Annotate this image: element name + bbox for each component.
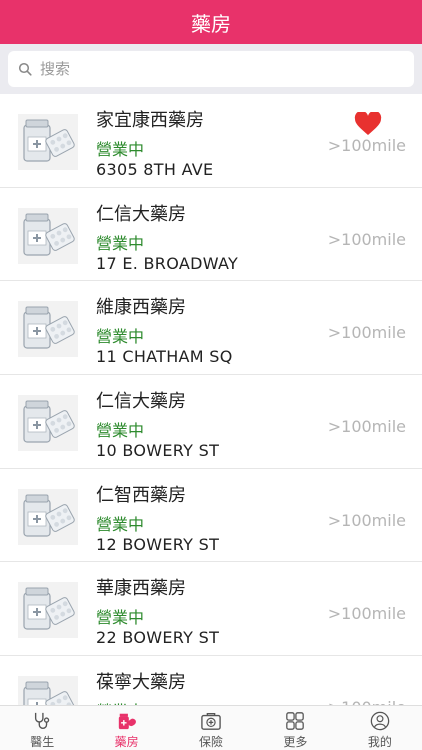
pharmacy-distance: >100mile [327, 136, 406, 155]
pharmacy-status: 營業中 [96, 608, 145, 628]
medicine-bottle-icon [23, 400, 75, 443]
tab-label: 保險 [199, 735, 224, 749]
pharmacy-thumbnail [18, 582, 78, 639]
pharmacy-thumbnail [18, 395, 78, 452]
pharmacy-name: 仁信大藥房 [96, 203, 186, 225]
pharmacy-list-item[interactable]: 家宜康西藥房 營業中 6305 8TH AVE >100mile [0, 94, 422, 188]
pharmacy-thumbnail [18, 488, 78, 545]
pharmacy-list-item[interactable]: 維康西藥房 營業中 11 CHATHAM SQ >100mile [0, 281, 422, 376]
tab-insurance[interactable]: 保險 [169, 706, 253, 750]
grid-icon [286, 712, 305, 730]
pharmacy-distance: >100mile [327, 417, 406, 437]
pharmacy-name: 仁智西藥房 [96, 484, 186, 506]
pharmacy-list-item[interactable]: 仁信大藥房 營業中 17 E. BROADWAY >100mile [0, 188, 422, 282]
pharmacy-name: 華康西藥房 [96, 578, 186, 600]
bottom-tab-bar: 醫生 藥房 保險 更多 我的 [0, 705, 422, 750]
pharmacy-distance: >100mile [327, 510, 406, 530]
pharmacy-address: 6305 8TH AVE [96, 160, 214, 179]
pharmacy-name: 葆寧大藥房 [96, 672, 186, 694]
search-box[interactable] [8, 51, 414, 87]
pharmacy-icon [118, 713, 136, 730]
pharmacy-distance: >100mile [327, 323, 406, 343]
pharmacy-distance: >100mile [328, 698, 406, 705]
medicine-bottle-icon [23, 306, 75, 349]
tab-profile[interactable]: 我的 [338, 706, 422, 750]
medicine-bottle-icon [23, 119, 75, 162]
pharmacy-thumbnail [18, 301, 78, 358]
pharmacy-status: 營業中 [96, 140, 145, 159]
search-input[interactable] [40, 60, 380, 78]
pharmacy-thumbnail [18, 207, 78, 264]
stethoscope-icon [35, 712, 50, 729]
pharmacy-address: 11 CHATHAM SQ [96, 347, 233, 367]
pharmacy-status: 營業中 [96, 327, 145, 347]
pharmacy-status: 營業中 [96, 421, 145, 441]
pharmacy-address: 10 BOWERY ST [96, 441, 220, 461]
pharmacy-list-item[interactable]: 仁信大藥房 營業中 10 BOWERY ST >100mile [0, 375, 422, 469]
favorite-heart-icon[interactable] [354, 112, 382, 136]
pharmacy-address: 22 BOWERY ST [96, 628, 220, 648]
medicine-bottle-icon [23, 494, 75, 537]
tab-label: 更多 [283, 735, 308, 749]
pharmacy-status: 營業中 [96, 514, 145, 534]
pharmacy-address: 17 E. BROADWAY [96, 253, 239, 273]
pharmacy-status: 營業中 [96, 698, 144, 705]
pharmacy-list-item[interactable]: 葆寧大藥房 營業中 >100mile [0, 656, 422, 705]
pharmacy-list-item[interactable]: 華康西藥房 營業中 22 BOWERY ST >100mile [0, 562, 422, 657]
pharmacy-distance: >100mile [327, 229, 406, 249]
tab-label: 藥房 [114, 735, 139, 749]
medicine-bottle-icon [23, 213, 75, 256]
medicine-bottle-icon [23, 681, 75, 705]
pharmacy-thumbnail [18, 676, 78, 705]
search-bar [0, 44, 422, 94]
pharmacy-thumbnail [18, 114, 78, 170]
pharmacy-name: 維康西藥房 [96, 297, 186, 319]
tab-label: 醫生 [30, 735, 55, 749]
tab-pharmacy[interactable]: 藥房 [84, 706, 168, 750]
pharmacy-list: 家宜康西藥房 營業中 6305 8TH AVE >100mile 仁信大藥房 營… [0, 94, 422, 705]
pharmacy-name: 家宜康西藥房 [96, 110, 204, 131]
pharmacy-list-item[interactable]: 仁智西藥房 營業中 12 BOWERY ST >100mile [0, 469, 422, 563]
profile-icon [370, 711, 390, 731]
medical-kit-icon [201, 713, 221, 730]
tab-doctor[interactable]: 醫生 [0, 706, 84, 750]
medicine-bottle-icon [23, 587, 75, 631]
app-header: 藥房 [0, 0, 422, 44]
pharmacy-status: 營業中 [96, 233, 145, 253]
tab-label: 我的 [367, 735, 392, 749]
tab-more[interactable]: 更多 [253, 706, 337, 750]
pharmacy-distance: >100mile [327, 604, 406, 624]
pharmacy-name: 仁信大藥房 [96, 391, 186, 413]
pharmacy-address: 12 BOWERY ST [96, 534, 220, 554]
page-title: 藥房 [191, 11, 231, 36]
search-icon [18, 62, 32, 76]
